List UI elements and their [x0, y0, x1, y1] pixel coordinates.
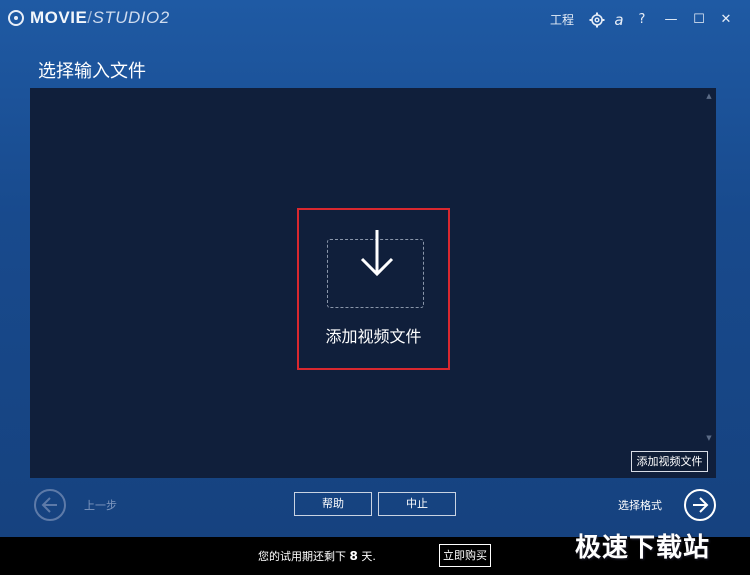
buy-now-button[interactable]: 立即购买	[439, 544, 491, 567]
back-button[interactable]	[34, 489, 66, 521]
brand-main: MOVIE	[30, 8, 88, 27]
close-icon[interactable]: ✕	[718, 11, 734, 29]
app-logo-icon	[8, 10, 24, 26]
brand-sub: STUDIO2	[92, 8, 170, 27]
scroll-up-icon[interactable]: ▲	[705, 92, 713, 100]
app-window: MOVIE/STUDIO2 工程 a ? — ☐ ✕ 选择输入文件 ▲ ▼ 添加…	[0, 0, 750, 537]
back-label[interactable]: 上一步	[84, 497, 117, 513]
scroll-down-icon[interactable]: ▼	[705, 434, 713, 442]
arrow-right-icon	[693, 497, 709, 513]
stop-button[interactable]: 中止	[378, 492, 456, 516]
next-button[interactable]	[684, 489, 716, 521]
trial-text-after: 天.	[361, 550, 376, 563]
page-title: 选择输入文件	[38, 61, 146, 82]
add-video-button[interactable]: 添加视频文件	[297, 208, 450, 370]
language-button[interactable]: a	[612, 11, 626, 29]
gear-icon[interactable]	[588, 11, 606, 29]
drop-target-outline	[327, 230, 424, 308]
help-icon[interactable]: ?	[636, 11, 648, 29]
project-menu-button[interactable]: 工程	[548, 11, 576, 29]
title-bar: MOVIE/STUDIO2 工程 a ? — ☐ ✕	[0, 0, 750, 40]
minimize-icon[interactable]: —	[664, 11, 678, 29]
trial-text-before: 您的试用期还剩下	[258, 550, 346, 563]
maximize-icon[interactable]: ☐	[692, 11, 706, 29]
arrow-left-icon	[41, 497, 57, 513]
download-arrow-icon	[360, 230, 394, 277]
scrollbar[interactable]: ▲ ▼	[705, 92, 713, 444]
next-label[interactable]: 选择格式	[618, 497, 662, 513]
watermark: 极速下载站	[575, 533, 711, 563]
app-title: MOVIE/STUDIO2	[30, 8, 170, 30]
help-button[interactable]: 帮助	[294, 492, 372, 516]
add-video-label: 添加视频文件	[325, 327, 422, 346]
trial-status: 您的试用期还剩下 8 天.	[258, 548, 376, 564]
add-video-small-button[interactable]: 添加视频文件	[631, 451, 708, 472]
trial-days: 8	[349, 549, 358, 563]
